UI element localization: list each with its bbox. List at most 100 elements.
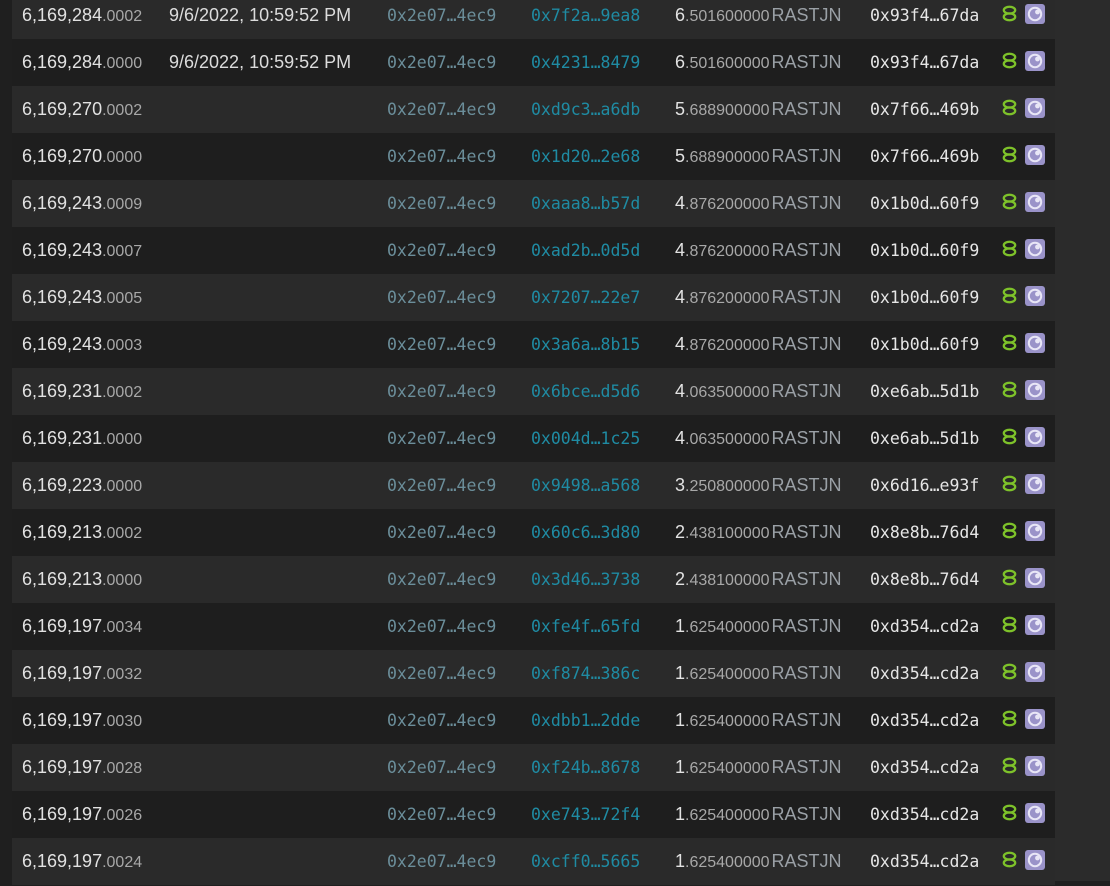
block-number[interactable]: 6,169,243.0007 (22, 227, 142, 274)
block-number[interactable]: 6,169,284.0002 (22, 0, 142, 39)
from-address[interactable]: 0x2e07…4ec9 (387, 603, 496, 650)
tx-hash-link[interactable]: 0xaaa8…b57d (531, 180, 640, 227)
link-icon[interactable] (1000, 474, 1019, 493)
link-icon[interactable] (1000, 803, 1019, 822)
tx-hash-link[interactable]: 0xdbb1…2dde (531, 697, 640, 744)
to-address[interactable]: 0xd354…cd2a (870, 650, 979, 697)
from-address[interactable]: 0x2e07…4ec9 (387, 697, 496, 744)
link-icon[interactable] (1000, 709, 1019, 728)
app-icon[interactable] (1025, 427, 1045, 447)
app-icon[interactable] (1025, 192, 1045, 212)
from-address[interactable]: 0x2e07…4ec9 (387, 838, 496, 885)
tx-hash-link[interactable]: 0xe743…72f4 (531, 791, 640, 838)
token-symbol[interactable]: RASTJN (772, 99, 842, 119)
from-address[interactable]: 0x2e07…4ec9 (387, 180, 496, 227)
from-address[interactable]: 0x2e07…4ec9 (387, 133, 496, 180)
block-number[interactable]: 6,169,197.0024 (22, 838, 142, 885)
app-icon[interactable] (1025, 568, 1045, 588)
tx-hash-link[interactable]: 0x6bce…d5d6 (531, 368, 640, 415)
link-icon[interactable] (1000, 51, 1019, 70)
token-symbol[interactable]: RASTJN (772, 522, 842, 542)
token-symbol[interactable]: RASTJN (772, 663, 842, 683)
from-address[interactable]: 0x2e07…4ec9 (387, 0, 496, 39)
tx-hash-link[interactable]: 0x004d…1c25 (531, 415, 640, 462)
app-icon[interactable] (1025, 286, 1045, 306)
token-symbol[interactable]: RASTJN (772, 616, 842, 636)
to-address[interactable]: 0xe6ab…5d1b (870, 368, 979, 415)
from-address[interactable]: 0x2e07…4ec9 (387, 274, 496, 321)
from-address[interactable]: 0x2e07…4ec9 (387, 744, 496, 791)
app-icon[interactable] (1025, 98, 1045, 118)
block-number[interactable]: 6,169,231.0000 (22, 415, 142, 462)
link-icon[interactable] (1000, 333, 1019, 352)
token-symbol[interactable]: RASTJN (772, 334, 842, 354)
to-address[interactable]: 0x1b0d…60f9 (870, 274, 979, 321)
tx-hash-link[interactable]: 0xad2b…0d5d (531, 227, 640, 274)
tx-hash-link[interactable]: 0x60c6…3d80 (531, 509, 640, 556)
to-address[interactable]: 0x7f66…469b (870, 133, 979, 180)
token-symbol[interactable]: RASTJN (772, 710, 842, 730)
link-icon[interactable] (1000, 850, 1019, 869)
link-icon[interactable] (1000, 756, 1019, 775)
tx-hash-link[interactable]: 0xf874…386c (531, 650, 640, 697)
tx-hash-link[interactable]: 0x7f2a…9ea8 (531, 0, 640, 39)
link-icon[interactable] (1000, 286, 1019, 305)
link-icon[interactable] (1000, 380, 1019, 399)
app-icon[interactable] (1025, 380, 1045, 400)
app-icon[interactable] (1025, 662, 1045, 682)
token-symbol[interactable]: RASTJN (772, 287, 842, 307)
link-icon[interactable] (1000, 4, 1019, 23)
app-icon[interactable] (1025, 521, 1045, 541)
link-icon[interactable] (1000, 568, 1019, 587)
block-number[interactable]: 6,169,270.0002 (22, 86, 142, 133)
block-number[interactable]: 6,169,197.0034 (22, 603, 142, 650)
block-number[interactable]: 6,169,243.0003 (22, 321, 142, 368)
tx-hash-link[interactable]: 0x7207…22e7 (531, 274, 640, 321)
block-number[interactable]: 6,169,243.0009 (22, 180, 142, 227)
app-icon[interactable] (1025, 803, 1045, 823)
from-address[interactable]: 0x2e07…4ec9 (387, 650, 496, 697)
token-symbol[interactable]: RASTJN (772, 804, 842, 824)
from-address[interactable]: 0x2e07…4ec9 (387, 86, 496, 133)
block-number[interactable]: 6,169,231.0002 (22, 368, 142, 415)
from-address[interactable]: 0x2e07…4ec9 (387, 39, 496, 86)
tx-hash-link[interactable]: 0x3a6a…8b15 (531, 321, 640, 368)
token-symbol[interactable]: RASTJN (772, 475, 842, 495)
link-icon[interactable] (1000, 662, 1019, 681)
token-symbol[interactable]: RASTJN (772, 193, 842, 213)
link-icon[interactable] (1000, 192, 1019, 211)
tx-hash-link[interactable]: 0xcff0…5665 (531, 838, 640, 885)
to-address[interactable]: 0xd354…cd2a (870, 791, 979, 838)
to-address[interactable]: 0x7f66…469b (870, 86, 979, 133)
to-address[interactable]: 0x1b0d…60f9 (870, 180, 979, 227)
to-address[interactable]: 0x93f4…67da (870, 0, 979, 39)
to-address[interactable]: 0x8e8b…76d4 (870, 556, 979, 603)
app-icon[interactable] (1025, 474, 1045, 494)
block-number[interactable]: 6,169,243.0005 (22, 274, 142, 321)
from-address[interactable]: 0x2e07…4ec9 (387, 227, 496, 274)
token-symbol[interactable]: RASTJN (772, 240, 842, 260)
to-address[interactable]: 0x8e8b…76d4 (870, 509, 979, 556)
to-address[interactable]: 0x1b0d…60f9 (870, 321, 979, 368)
block-number[interactable]: 6,169,213.0002 (22, 509, 142, 556)
block-number[interactable]: 6,169,197.0030 (22, 697, 142, 744)
app-icon[interactable] (1025, 850, 1045, 870)
link-icon[interactable] (1000, 145, 1019, 164)
to-address[interactable]: 0xd354…cd2a (870, 603, 979, 650)
to-address[interactable]: 0xe6ab…5d1b (870, 415, 979, 462)
link-icon[interactable] (1000, 427, 1019, 446)
token-symbol[interactable]: RASTJN (772, 569, 842, 589)
tx-hash-link[interactable]: 0x4231…8479 (531, 39, 640, 86)
from-address[interactable]: 0x2e07…4ec9 (387, 462, 496, 509)
app-icon[interactable] (1025, 333, 1045, 353)
link-icon[interactable] (1000, 615, 1019, 634)
token-symbol[interactable]: RASTJN (772, 428, 842, 448)
to-address[interactable]: 0xd354…cd2a (870, 838, 979, 885)
token-symbol[interactable]: RASTJN (772, 52, 842, 72)
block-number[interactable]: 6,169,213.0000 (22, 556, 142, 603)
app-icon[interactable] (1025, 4, 1045, 24)
from-address[interactable]: 0x2e07…4ec9 (387, 321, 496, 368)
to-address[interactable]: 0xd354…cd2a (870, 697, 979, 744)
to-address[interactable]: 0x93f4…67da (870, 39, 979, 86)
app-icon[interactable] (1025, 756, 1045, 776)
